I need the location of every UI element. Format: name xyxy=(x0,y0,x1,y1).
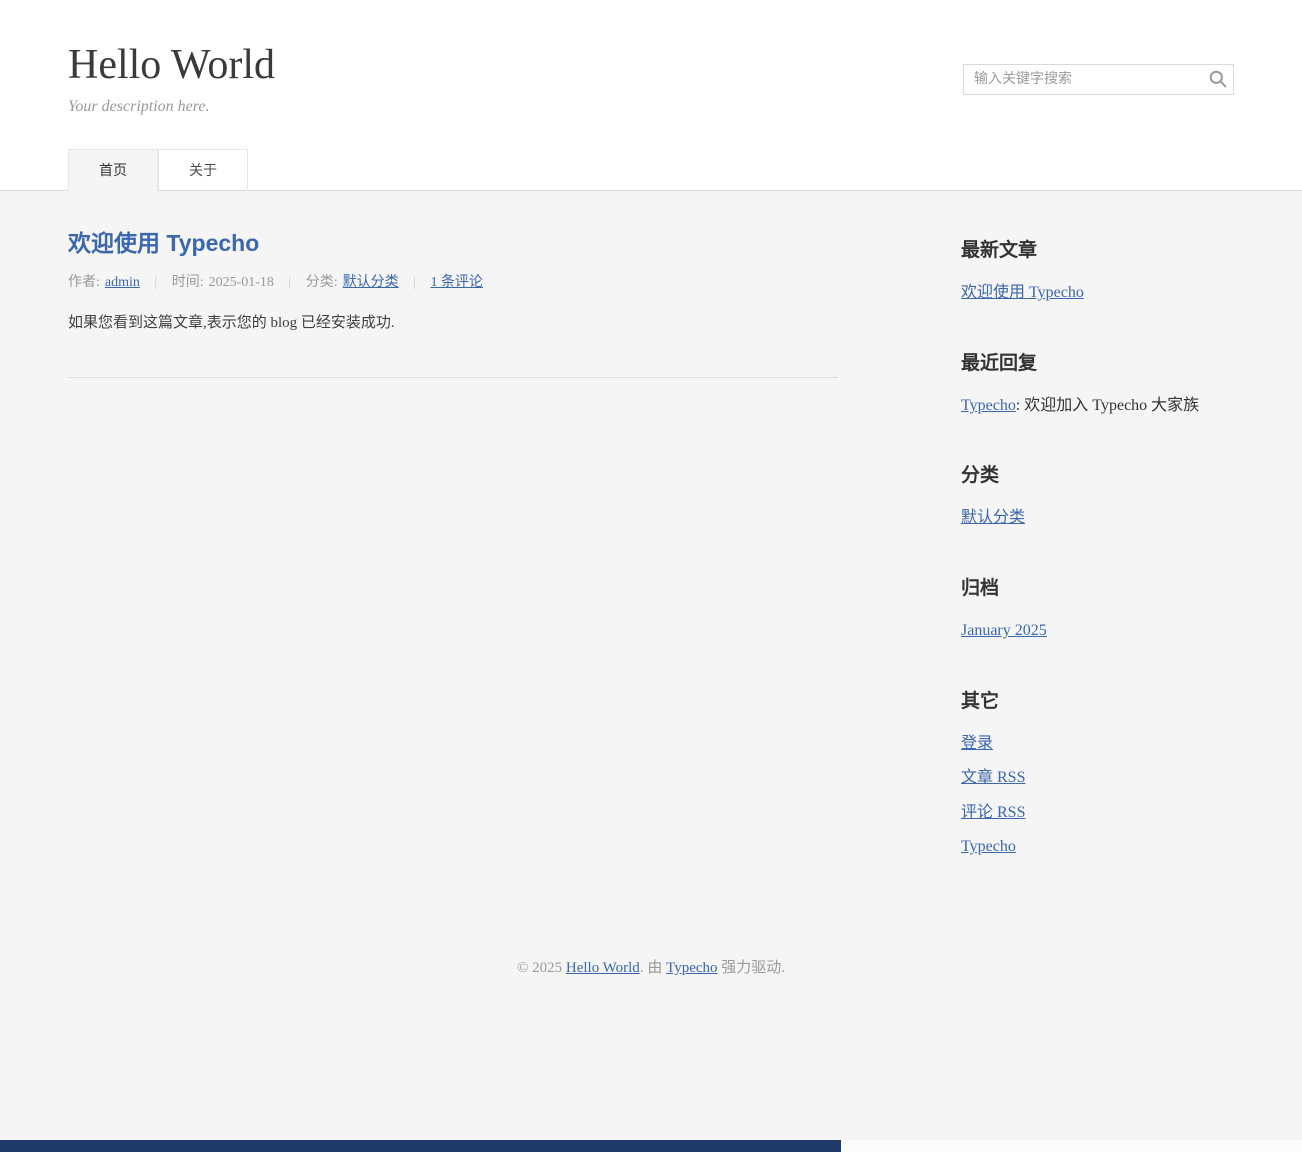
footer-site-link[interactable]: Hello World xyxy=(566,960,640,976)
list-item: Typecho xyxy=(961,836,1234,858)
footer: © 2025 Hello World. 由 Typecho 强力驱动. xyxy=(0,858,1302,977)
comment-rss-link[interactable]: 评论 RSS xyxy=(961,804,1025,821)
typecho-link[interactable]: Typecho xyxy=(961,838,1016,855)
widget-title-misc: 其它 xyxy=(961,686,1234,713)
meta-separator: | xyxy=(413,275,416,290)
category-sidebar-link[interactable]: 默认分类 xyxy=(961,509,1025,526)
widget-archives: 归档 January 2025 xyxy=(961,573,1234,642)
list-item: January 2025 xyxy=(961,620,1234,642)
main-nav: 首页 关于 xyxy=(68,149,1234,191)
nav-item-about[interactable]: 关于 xyxy=(158,149,248,191)
content-area: 欢迎使用 Typecho 作者: admin | 时间: 2025-01-18 | … xyxy=(68,191,1234,858)
footer-text: © 2025 Hello World. 由 Typecho 强力驱动. xyxy=(0,956,1302,977)
footer-suffix-text: 强力驱动. xyxy=(718,960,786,976)
meta-separator: | xyxy=(288,275,291,290)
category-link[interactable]: 默认分类 xyxy=(343,275,399,290)
category-label: 分类: xyxy=(306,275,338,290)
reply-author-link[interactable]: Typecho xyxy=(961,397,1016,414)
widget-recent-replies: 最近回复 Typecho: 欢迎加入 Typecho 大家族 xyxy=(961,348,1234,417)
footer-typecho-link[interactable]: Typecho xyxy=(666,960,717,976)
post-rss-link[interactable]: 文章 RSS xyxy=(961,769,1025,786)
widget-categories: 分类 默认分类 xyxy=(961,460,1234,529)
nav-item-home[interactable]: 首页 xyxy=(68,149,158,191)
widget-title-categories: 分类 xyxy=(961,460,1234,487)
post-meta: 作者: admin | 时间: 2025-01-18 | 分类: 默认分类 | 1 条… xyxy=(68,271,838,291)
search-input[interactable] xyxy=(963,64,1234,95)
widget-title-recent-posts: 最新文章 xyxy=(961,235,1234,262)
meta-separator: | xyxy=(154,275,157,290)
list-item: 默认分类 xyxy=(961,507,1234,529)
widget-misc: 其它 登录 文章 RSS 评论 RSS Typecho xyxy=(961,686,1234,858)
time-label: 时间: xyxy=(172,275,204,290)
author-link[interactable]: admin xyxy=(105,275,140,290)
search-form xyxy=(963,64,1234,95)
sidebar: 最新文章 欢迎使用 Typecho 最近回复 Typecho: 欢迎加入 Typ… xyxy=(961,191,1234,858)
widget-recent-posts: 最新文章 欢迎使用 Typecho xyxy=(961,235,1234,304)
footer-copyright: © 2025 xyxy=(517,960,566,976)
list-item: 评论 RSS xyxy=(961,802,1234,824)
list-item: Typecho: 欢迎加入 Typecho 大家族 xyxy=(961,395,1234,417)
site-header: Hello World Your description here. 首页 关于 xyxy=(0,0,1302,191)
widget-title-archives: 归档 xyxy=(961,573,1234,600)
site-title[interactable]: Hello World xyxy=(68,42,275,88)
archive-link[interactable]: January 2025 xyxy=(961,622,1047,639)
main-column: 欢迎使用 Typecho 作者: admin | 时间: 2025-01-18 | … xyxy=(68,191,838,378)
reply-text: : 欢迎加入 Typecho 大家族 xyxy=(1016,397,1199,414)
post-title[interactable]: 欢迎使用 Typecho xyxy=(68,224,259,258)
post-date: 2025-01-18 xyxy=(209,275,274,290)
site-description: Your description here. xyxy=(68,98,1234,116)
list-item: 文章 RSS xyxy=(961,767,1234,789)
widget-title-recent-replies: 最近回复 xyxy=(961,348,1234,375)
comments-link[interactable]: 1 条评论 xyxy=(430,275,483,290)
list-item: 欢迎使用 Typecho xyxy=(961,282,1234,304)
author-label: 作者: xyxy=(68,275,100,290)
recent-post-link[interactable]: 欢迎使用 Typecho xyxy=(961,284,1084,301)
post: 欢迎使用 Typecho 作者: admin | 时间: 2025-01-18 | … xyxy=(68,191,838,378)
post-divider xyxy=(68,377,838,378)
bottom-overlay-bar xyxy=(0,1140,841,1152)
post-body: 如果您看到这篇文章,表示您的 blog 已经安装成功. xyxy=(68,311,838,335)
list-item: 登录 xyxy=(961,733,1234,755)
login-link[interactable]: 登录 xyxy=(961,735,993,752)
footer-middle-text: . 由 xyxy=(640,960,666,976)
search-button[interactable] xyxy=(1207,69,1229,91)
search-icon xyxy=(1208,77,1228,92)
